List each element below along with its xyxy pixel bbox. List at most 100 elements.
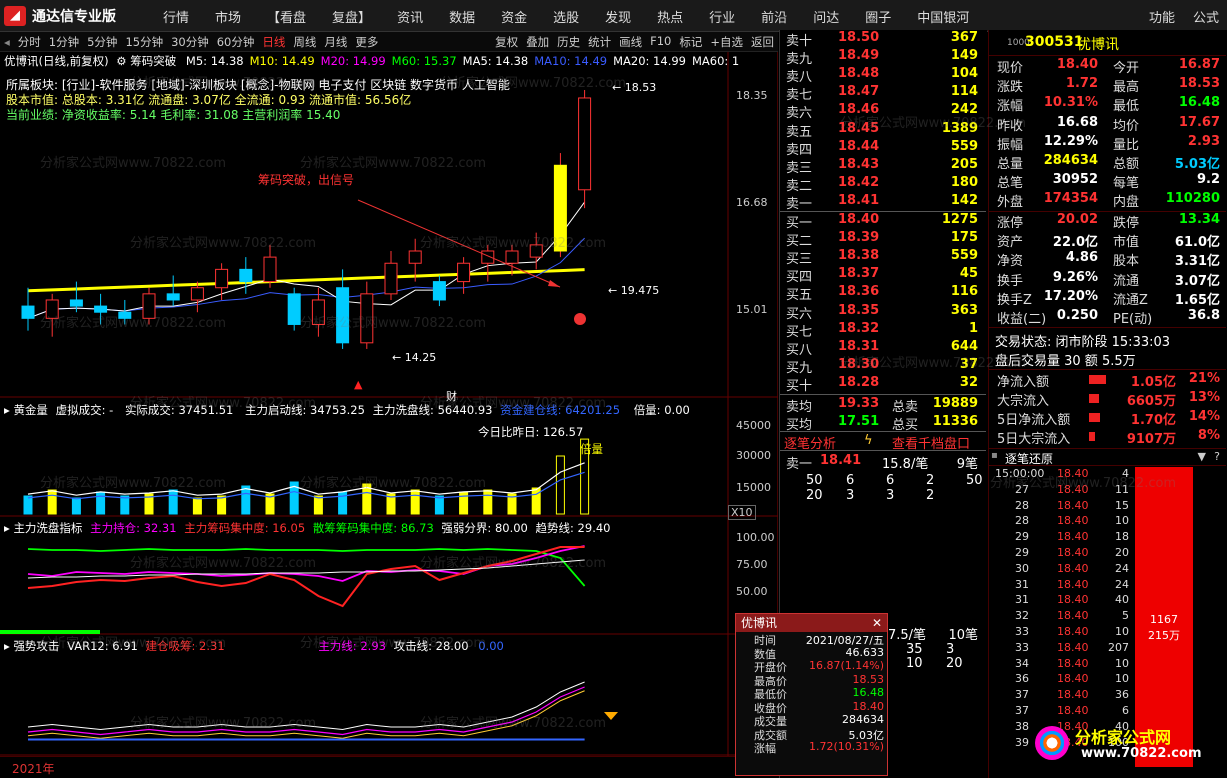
trade-price: 18.40 <box>1057 609 1089 623</box>
tooltip-row: 开盘价 16.87(1.14%) <box>736 659 887 674</box>
panel-menu-icon[interactable]: ▸ <box>4 639 10 653</box>
toolbar-button[interactable]: 标记 <box>675 34 706 50</box>
trade-list-header: ▪ 逐笔还原 ▼ ? <box>989 448 1226 466</box>
toolbar-button[interactable]: 历史 <box>553 34 584 50</box>
breakout-annotation: 筹码突破，出信号 <box>258 173 355 187</box>
ask-volume: 149 <box>950 48 978 64</box>
toolbar-button[interactable]: 统计 <box>584 34 615 50</box>
kline-chart-area[interactable]: 优博讯(日线,前复权) ⚙ 筹码突破 M5: 14.38 M10: 14.49 M2… <box>0 52 778 772</box>
app-logo[interactable]: ◢ 通达信专业版 <box>4 6 116 26</box>
quote-label: 昨收 <box>997 118 1024 134</box>
toolbar-button[interactable]: F10 <box>646 34 675 50</box>
ask-price: 18.50 <box>838 30 880 45</box>
candle-body <box>263 256 277 283</box>
big-order-count: 1167 <box>1150 613 1178 626</box>
menu-item[interactable]: 问达 <box>800 7 852 26</box>
menu-item[interactable]: 圈子 <box>852 7 904 26</box>
period-tab[interactable]: 分时 <box>14 34 45 50</box>
flow-label: 5日大宗流入 <box>997 432 1071 447</box>
ask-row[interactable]: 卖九 18.49 149 <box>780 48 986 67</box>
menu-item[interactable]: 行情 <box>150 7 202 26</box>
toolbar-button[interactable]: 叠加 <box>522 34 553 50</box>
bid-row[interactable]: 买九 18.30 37 <box>780 357 986 376</box>
candle-body <box>336 287 350 344</box>
ask-row[interactable]: 卖二 18.42 180 <box>780 174 986 194</box>
tooltip-row: 时间 2021/08/27/五 <box>736 632 887 647</box>
menu-item[interactable]: 复盘】 <box>319 7 384 26</box>
period-tab[interactable]: 15分钟 <box>121 34 167 50</box>
tab-thousand-levels[interactable]: 查看千档盘口 <box>892 433 970 452</box>
menu-item[interactable]: 【看盘 <box>254 7 319 26</box>
menu-item[interactable]: 资金 <box>488 7 540 26</box>
close-icon[interactable]: ✕ <box>872 614 882 632</box>
settings-gear-icon[interactable]: ⚙ <box>116 54 126 68</box>
toolbar-button[interactable]: 返回 <box>747 34 778 50</box>
ask-row[interactable]: 卖五 18.45 1389 <box>780 121 986 140</box>
period-tab[interactable]: 日线 <box>258 34 289 50</box>
ask-row[interactable]: 卖一 18.41 142 <box>780 193 986 212</box>
wash-y-axis-label: 50.00 <box>736 585 768 598</box>
ask-row[interactable]: 卖三 18.43 205 <box>780 157 986 176</box>
ask-row[interactable]: 卖八 18.48 104 <box>780 66 986 85</box>
menu-item[interactable]: 中国银河 <box>904 7 982 26</box>
ask-row[interactable]: 卖六 18.46 242 <box>780 102 986 121</box>
app-title: 通达信专业版 <box>32 9 116 25</box>
period-tab[interactable]: 5分钟 <box>83 34 121 50</box>
toolbar-button[interactable]: 画线 <box>615 34 646 50</box>
bid-row[interactable]: 买三 18.38 559 <box>780 248 986 267</box>
period-tab[interactable]: 30分钟 <box>167 34 213 50</box>
filter-icon[interactable]: ▼ <box>1198 450 1206 463</box>
period-tab[interactable]: 月线 <box>320 34 351 50</box>
menu-item[interactable]: 公式 <box>1193 7 1219 26</box>
menu-item[interactable]: 功能 <box>1149 7 1175 26</box>
period-tab[interactable]: 更多 <box>351 34 382 50</box>
candle-body <box>311 299 325 325</box>
menu-item[interactable]: 市场 <box>202 7 254 26</box>
ask-row[interactable]: 卖四 18.44 559 <box>780 139 986 158</box>
detail-cell: 2 <box>926 488 935 503</box>
menu-item[interactable]: 热点 <box>644 7 696 26</box>
quote-value: 16.48 <box>1178 95 1220 111</box>
bid-row[interactable]: 买七 18.32 1 <box>780 320 986 340</box>
ask-volume: 114 <box>950 84 978 100</box>
bid-row[interactable]: 买十 18.28 32 <box>780 375 986 394</box>
vol-field: 资金建仓线: 64201.25 <box>500 403 621 417</box>
panel-menu-icon[interactable]: ▸ <box>4 521 10 535</box>
help-icon[interactable]: ? <box>1214 450 1220 463</box>
bid-row[interactable]: 买一 18.40 1275 <box>780 212 986 231</box>
toolbar-button[interactable]: 复权 <box>491 34 522 50</box>
bid-row[interactable]: 买四 18.37 45 <box>780 266 986 285</box>
flow-percent: 14% <box>1188 409 1220 424</box>
panel-menu-icon[interactable]: ▪ <box>991 450 998 461</box>
bid-volume: 1 <box>968 320 978 336</box>
toolbar-button[interactable]: +自选 <box>706 34 747 50</box>
period-tab[interactable]: 60分钟 <box>213 34 259 50</box>
ask-row[interactable]: 卖十 18.50 367 <box>780 30 986 49</box>
period-tab[interactable]: 周线 <box>289 34 320 50</box>
scroll-arrow-icon[interactable]: ◂ <box>0 35 14 49</box>
candle-body <box>529 244 543 258</box>
menu-item[interactable]: 前沿 <box>748 7 800 26</box>
menu-item[interactable]: 行业 <box>696 7 748 26</box>
menu-item[interactable]: 选股 <box>540 7 592 26</box>
menu-item[interactable]: 资讯 <box>384 7 436 26</box>
ask-price: 18.42 <box>838 174 880 190</box>
panel-menu-icon[interactable]: ▸ <box>4 403 10 417</box>
trade-price: 18.40 <box>1057 561 1089 575</box>
bid-row[interactable]: 买二 18.39 175 <box>780 230 986 249</box>
bid-row[interactable]: 买八 18.31 644 <box>780 339 986 358</box>
y-axis-label: 15.01 <box>736 303 768 316</box>
bid-row[interactable]: 买六 18.35 363 <box>780 303 986 322</box>
wash-panel-header: ▸ 主力洗盘指标 主力持仓: 32.31 主力筹码集中度: 16.05 散筹筹码… <box>4 520 774 536</box>
menu-item[interactable]: 数据 <box>436 7 488 26</box>
tab-trade-analysis[interactable]: 逐笔分析 <box>784 433 836 452</box>
trade-price: 18.40 <box>1057 467 1089 480</box>
bid-volume: 559 <box>950 248 978 264</box>
menu-item[interactable]: 发现 <box>592 7 644 26</box>
ask-row[interactable]: 卖七 18.47 114 <box>780 84 986 103</box>
period-tab[interactable]: 1分钟 <box>45 34 83 50</box>
trade-volume: 10 <box>1115 656 1129 670</box>
tooltip-value: 18.53 <box>852 672 885 686</box>
bid-row[interactable]: 买五 18.36 116 <box>780 284 986 303</box>
year-label: 2021年 <box>12 762 55 776</box>
